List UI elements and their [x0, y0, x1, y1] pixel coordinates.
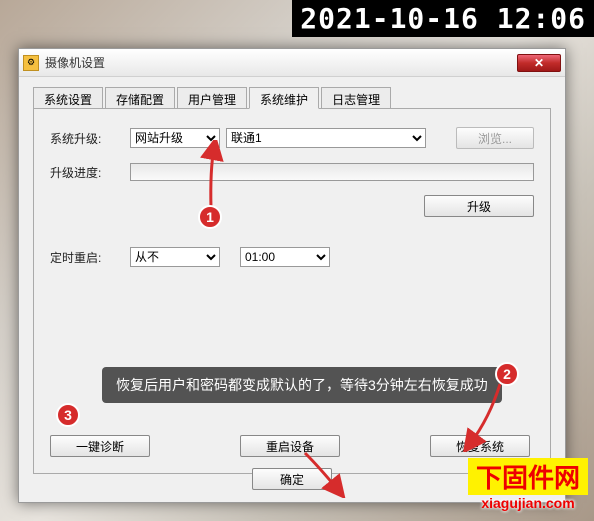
titlebar: ⚙ 摄像机设置 ✕	[19, 49, 565, 77]
app-icon: ⚙	[23, 55, 39, 71]
label-progress: 升级进度:	[50, 164, 130, 181]
annotation-badge-3: 3	[56, 403, 80, 427]
row-upgrade-button: 升级	[50, 195, 534, 217]
select-restart-mode[interactable]: 从不	[130, 247, 220, 267]
tab-strip: 系统设置 存储配置 用户管理 系统维护 日志管理	[33, 87, 551, 109]
browse-button[interactable]: 浏览...	[456, 127, 534, 149]
annotation-arrow-1	[196, 140, 226, 210]
row-progress: 升级进度:	[50, 163, 534, 181]
select-upgrade-line[interactable]: 联通1	[226, 128, 426, 148]
tab-user-management[interactable]: 用户管理	[177, 87, 247, 108]
row-scheduled-restart: 定时重启: 从不 01:00	[50, 247, 534, 267]
row-system-upgrade: 系统升级: 网站升级 联通1 浏览...	[50, 127, 534, 149]
tab-system-maintenance[interactable]: 系统维护	[249, 87, 319, 109]
watermark-cn: 下固件网	[468, 458, 588, 495]
annotation-badge-1: 1	[198, 205, 222, 229]
annotation-arrow-3	[300, 448, 350, 498]
watermark: 下固件网 xiagujian.com	[468, 458, 588, 511]
window-title: 摄像机设置	[45, 54, 517, 71]
upgrade-button[interactable]: 升级	[424, 195, 534, 217]
upgrade-progress-bar	[130, 163, 534, 181]
diagnose-button[interactable]: 一键诊断	[50, 435, 150, 457]
select-restart-time[interactable]: 01:00	[240, 247, 330, 267]
watermark-en: xiagujian.com	[468, 495, 588, 511]
tab-storage-config[interactable]: 存储配置	[105, 87, 175, 108]
annotation-badge-2: 2	[495, 362, 519, 386]
camera-timestamp: 2021-10-16 12:06	[292, 0, 594, 37]
annotation-arrow-2	[460, 382, 510, 452]
label-scheduled-restart: 定时重启:	[50, 249, 130, 266]
label-system-upgrade: 系统升级:	[50, 130, 130, 147]
hint-toast: 恢复后用户和密码都变成默认的了，等待3分钟左右恢复成功	[102, 367, 502, 403]
close-icon: ✕	[534, 56, 544, 70]
tab-log-management[interactable]: 日志管理	[321, 87, 391, 108]
tab-system-settings[interactable]: 系统设置	[33, 87, 103, 108]
close-button[interactable]: ✕	[517, 54, 561, 72]
